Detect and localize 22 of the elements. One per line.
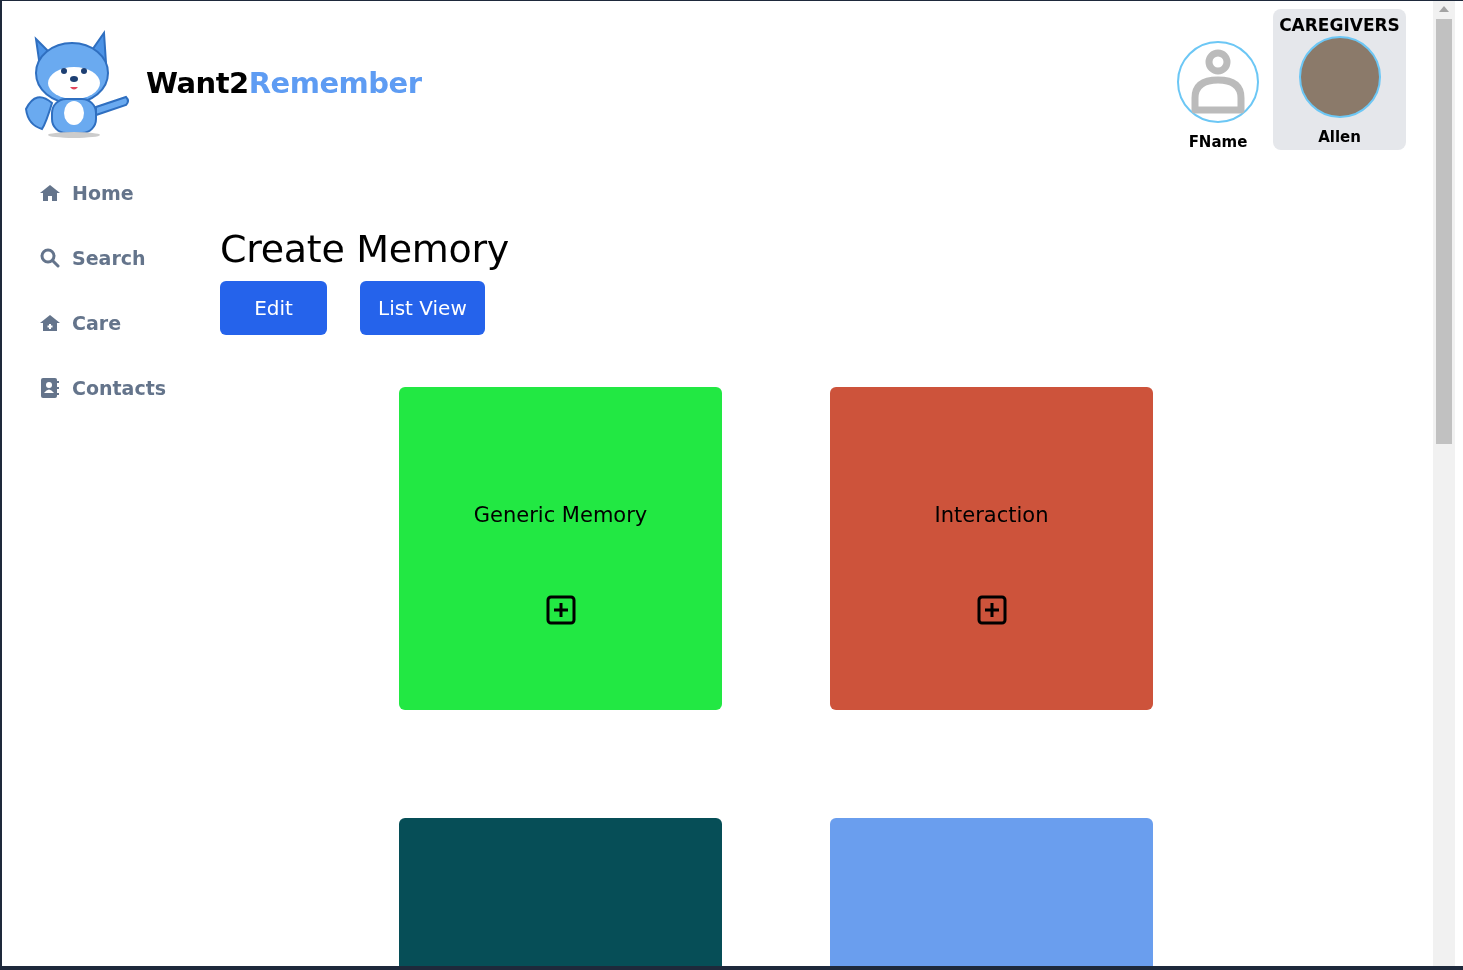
scrollbar[interactable]	[1433, 1, 1455, 966]
view-toggle-button[interactable]: List View	[360, 281, 485, 335]
caregiver-name: Allen	[1318, 128, 1361, 146]
caregivers-heading: CAREGIVERS	[1279, 15, 1400, 35]
nav-link[interactable]: Home	[39, 181, 134, 205]
search-icon	[40, 248, 60, 268]
memory-category-card[interactable]: Interaction	[830, 387, 1153, 710]
memory-category-card[interactable]: Generic Memory	[399, 387, 722, 710]
card-label: Generic Memory	[473, 502, 648, 527]
house-plus-icon	[39, 314, 61, 332]
nav-link[interactable]: Contacts	[39, 376, 167, 400]
nav-link[interactable]: Care	[39, 311, 122, 335]
plus-square-icon	[545, 594, 576, 625]
card-label: Interaction	[934, 502, 1049, 527]
edit-button[interactable]: Edit	[220, 281, 327, 335]
page-title: Create Memory	[220, 227, 510, 271]
user-name: FName	[1188, 133, 1248, 151]
address-book-icon	[40, 377, 60, 399]
plus-square-icon	[976, 594, 1007, 625]
app-title: Want2Remember	[146, 66, 422, 100]
home-icon	[39, 184, 61, 202]
nav-link[interactable]: Search	[39, 246, 146, 270]
